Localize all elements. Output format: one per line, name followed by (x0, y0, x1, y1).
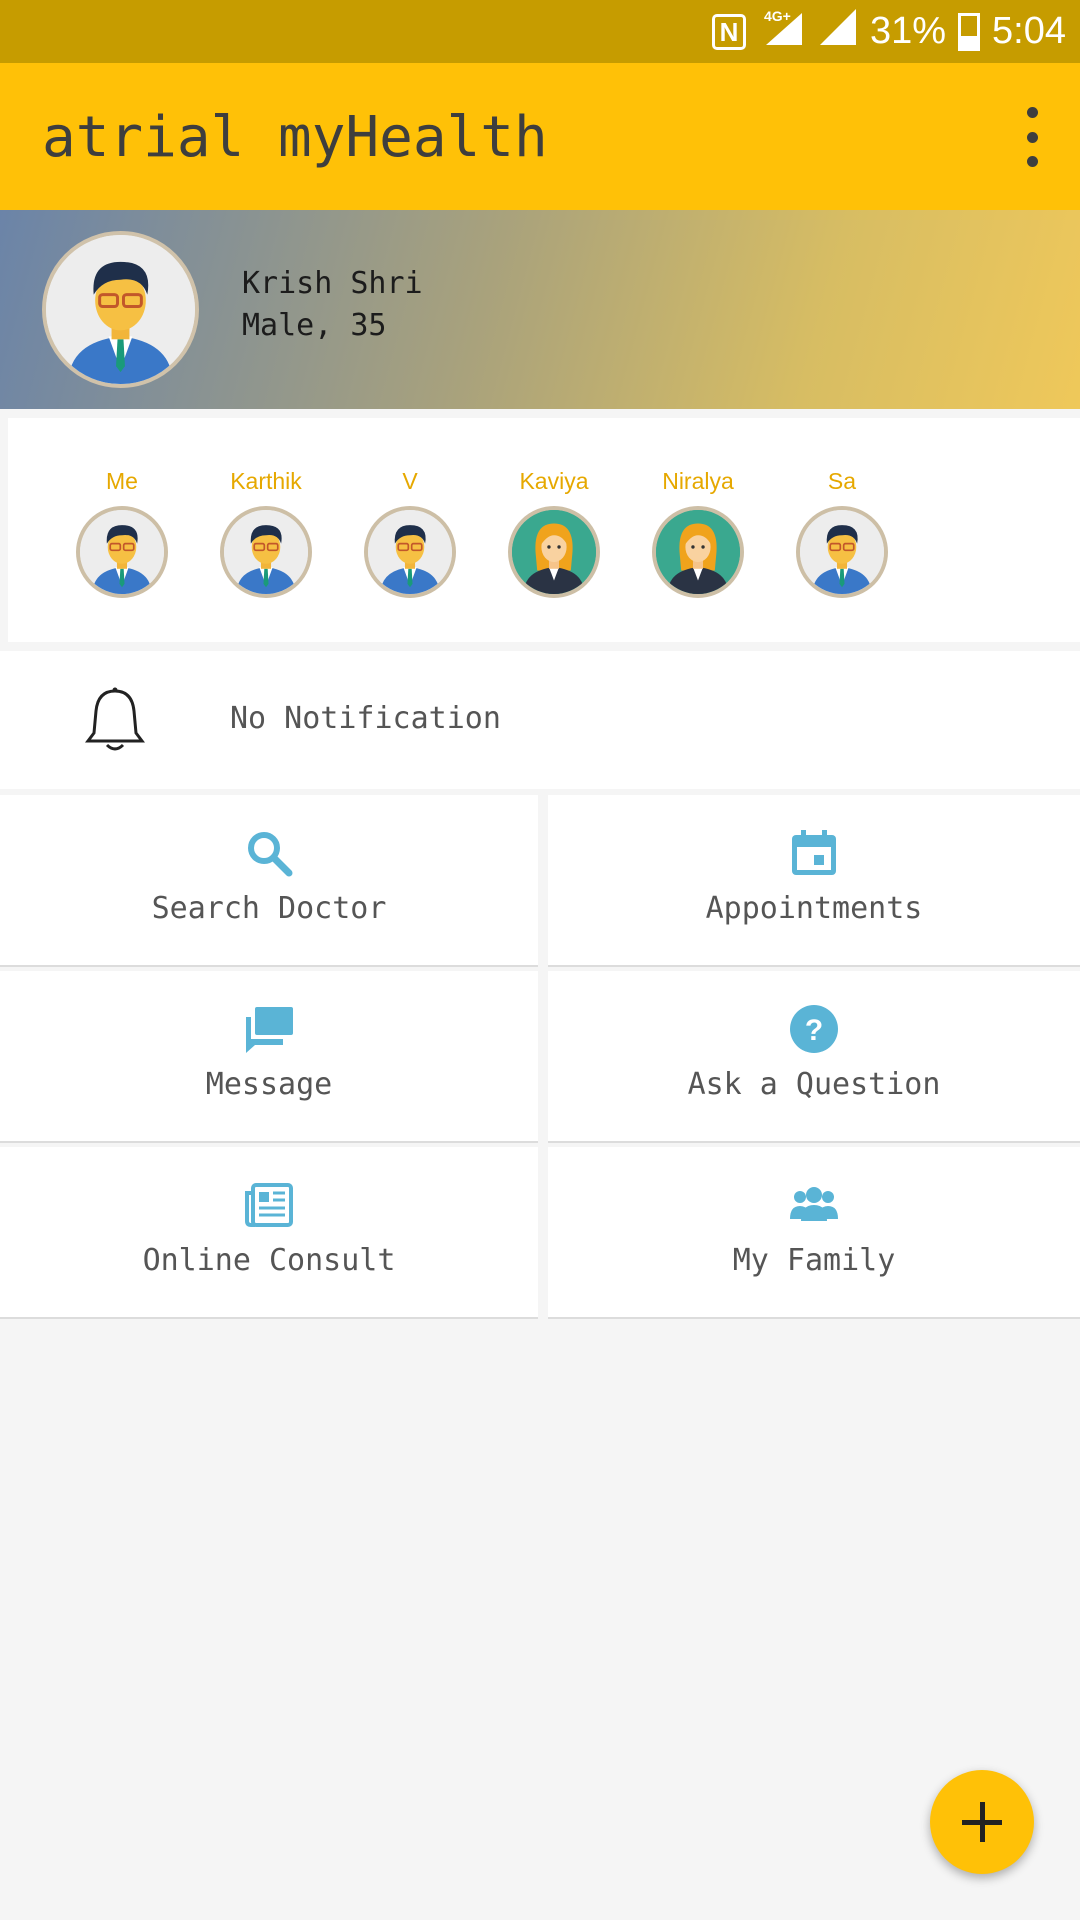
male-avatar-icon (76, 506, 168, 598)
profile-header[interactable]: Krish Shri Male, 35 (0, 210, 1080, 409)
avatar[interactable] (42, 231, 199, 388)
svg-text:?: ? (805, 1014, 823, 1047)
question-icon: ? (790, 1005, 838, 1053)
bell-icon (85, 687, 145, 751)
family-members-strip: Me Karthik V Kaviya Niralya Sa (8, 418, 1080, 642)
calendar-icon (792, 830, 836, 875)
member-name: V (402, 468, 418, 494)
family-member-niralya[interactable]: Niralya (643, 468, 753, 598)
family-member-kaviya[interactable]: Kaviya (499, 468, 609, 598)
tile-label: Message (205, 1067, 333, 1102)
nfc-icon: N (711, 13, 746, 50)
app-title: atrial myHealth (42, 105, 548, 170)
notification-text: No Notification (230, 701, 501, 736)
search-doctor-button[interactable]: Search Doctor (0, 795, 538, 967)
female-avatar-icon (652, 506, 744, 598)
online-consult-button[interactable]: Online Consult (0, 1147, 538, 1319)
signal-4g-icon: 4G+ (758, 7, 806, 57)
profile-name: Krish Shri (242, 266, 423, 301)
tile-label: Appointments (705, 891, 923, 926)
member-name: Karthik (230, 468, 302, 494)
message-icon (246, 1007, 293, 1053)
overflow-menu-icon[interactable] (1012, 107, 1052, 167)
family-member-sa[interactable]: Sa (787, 468, 897, 598)
tile-label: My Family (732, 1243, 896, 1278)
male-avatar-icon (364, 506, 456, 598)
family-member-karthik[interactable]: Karthik (211, 468, 321, 598)
search-icon (248, 832, 293, 877)
member-name: Kaviya (519, 468, 589, 494)
notification-row[interactable]: No Notification (0, 651, 1080, 789)
svg-text:4G+: 4G+ (764, 8, 791, 24)
ask-question-button[interactable]: ? Ask a Question (548, 971, 1080, 1143)
member-name: Sa (827, 468, 857, 494)
male-avatar-icon (796, 506, 888, 598)
newspaper-icon (245, 1183, 293, 1227)
battery-icon (958, 12, 981, 51)
clock: 5:04 (992, 10, 1066, 52)
profile-gender-age: Male, 35 (242, 308, 387, 343)
family-member-me[interactable]: Me (67, 468, 177, 598)
member-name: Niralya (662, 468, 734, 494)
family-member-v[interactable]: V (355, 468, 465, 598)
signal-icon (818, 7, 858, 57)
add-fab-button[interactable] (930, 1770, 1034, 1874)
member-name: Me (106, 468, 138, 494)
app-bar: atrial myHealth (0, 63, 1080, 210)
family-icon (790, 1187, 838, 1221)
tile-label: Ask a Question (687, 1067, 941, 1102)
message-button[interactable]: Message (0, 971, 538, 1143)
my-family-button[interactable]: My Family (548, 1147, 1080, 1319)
female-avatar-icon (508, 506, 600, 598)
appointments-button[interactable]: Appointments (548, 795, 1080, 967)
battery-percent: 31% (869, 10, 947, 52)
tile-label: Online Consult (142, 1243, 396, 1278)
status-bar: N 4G+ 31% 5:04 (0, 0, 1080, 63)
tile-label: Search Doctor (151, 891, 387, 926)
male-avatar-icon (220, 506, 312, 598)
